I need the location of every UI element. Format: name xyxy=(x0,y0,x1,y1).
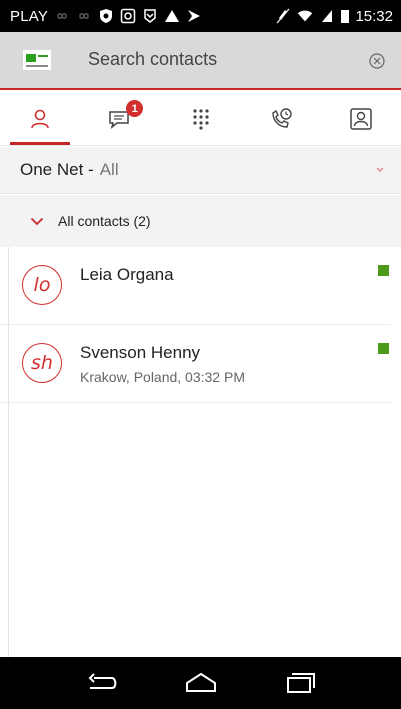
contact-card-icon xyxy=(350,107,372,130)
battery-icon xyxy=(341,8,350,24)
directory-filter[interactable]: One Net - All xyxy=(0,147,401,194)
app-logo-icon[interactable] xyxy=(23,50,51,70)
avatar: lo xyxy=(22,265,62,305)
contact-group-header[interactable]: All contacts (2) xyxy=(0,195,401,247)
contact-name: Leia Organa xyxy=(80,265,174,284)
tab-profile[interactable] xyxy=(321,92,401,145)
tab-messages[interactable]: 1 xyxy=(80,92,160,145)
chevron-down-icon xyxy=(376,167,384,172)
chevron-down-icon xyxy=(30,217,44,225)
system-nav-bar xyxy=(0,657,401,709)
recents-button[interactable] xyxy=(280,668,320,698)
signal-icon xyxy=(319,8,335,24)
contact-item[interactable]: lo Leia Organa xyxy=(0,247,391,325)
contact-item[interactable]: sh Svenson Henny Krakow, Poland, 03:32 P… xyxy=(0,325,391,403)
notification-icons xyxy=(54,8,202,24)
infinity-icon xyxy=(76,8,92,24)
back-arrow-icon xyxy=(88,673,116,689)
close-circle-icon xyxy=(369,53,385,69)
home-button[interactable] xyxy=(181,668,221,698)
mute-icon xyxy=(275,8,291,24)
status-bar: PLAY 15:32 xyxy=(0,0,401,32)
carrier-label: PLAY xyxy=(10,7,49,25)
filter-prefix: One Net - xyxy=(20,160,94,179)
search-input[interactable] xyxy=(88,49,348,70)
image-icon xyxy=(120,8,136,24)
search-bar xyxy=(0,32,401,90)
contact-subtitle: Krakow, Poland, 03:32 PM xyxy=(80,369,245,385)
back-button[interactable] xyxy=(82,668,122,698)
person-icon xyxy=(31,109,49,128)
flag-icon xyxy=(186,8,202,24)
recent-apps-icon xyxy=(286,673,315,693)
dialpad-icon xyxy=(192,108,209,130)
phone-clock-icon xyxy=(272,107,292,128)
triangle-icon xyxy=(164,8,180,24)
contact-list: lo Leia Organa sh Svenson Henny Krakow, … xyxy=(0,247,401,403)
main-tabs: 1 xyxy=(0,92,401,146)
tab-dialpad[interactable] xyxy=(160,92,240,145)
presence-status-icon xyxy=(378,343,389,354)
clock-time: 15:32 xyxy=(355,7,393,25)
presence-status-icon xyxy=(378,265,389,276)
group-label: All contacts (2) xyxy=(58,213,151,229)
infinity-icon xyxy=(54,8,70,24)
tab-contacts[interactable] xyxy=(0,92,80,145)
unread-badge: 1 xyxy=(126,100,144,117)
filter-value: All xyxy=(99,160,119,179)
home-icon xyxy=(185,672,216,692)
tab-call-history[interactable] xyxy=(241,92,321,145)
shield-icon xyxy=(98,8,114,24)
contact-name: Svenson Henny xyxy=(80,343,201,362)
clear-search-button[interactable] xyxy=(367,51,387,71)
wifi-icon xyxy=(297,8,313,24)
download-icon xyxy=(142,8,158,24)
system-icons: 15:32 xyxy=(275,8,393,25)
avatar: sh xyxy=(22,343,62,383)
